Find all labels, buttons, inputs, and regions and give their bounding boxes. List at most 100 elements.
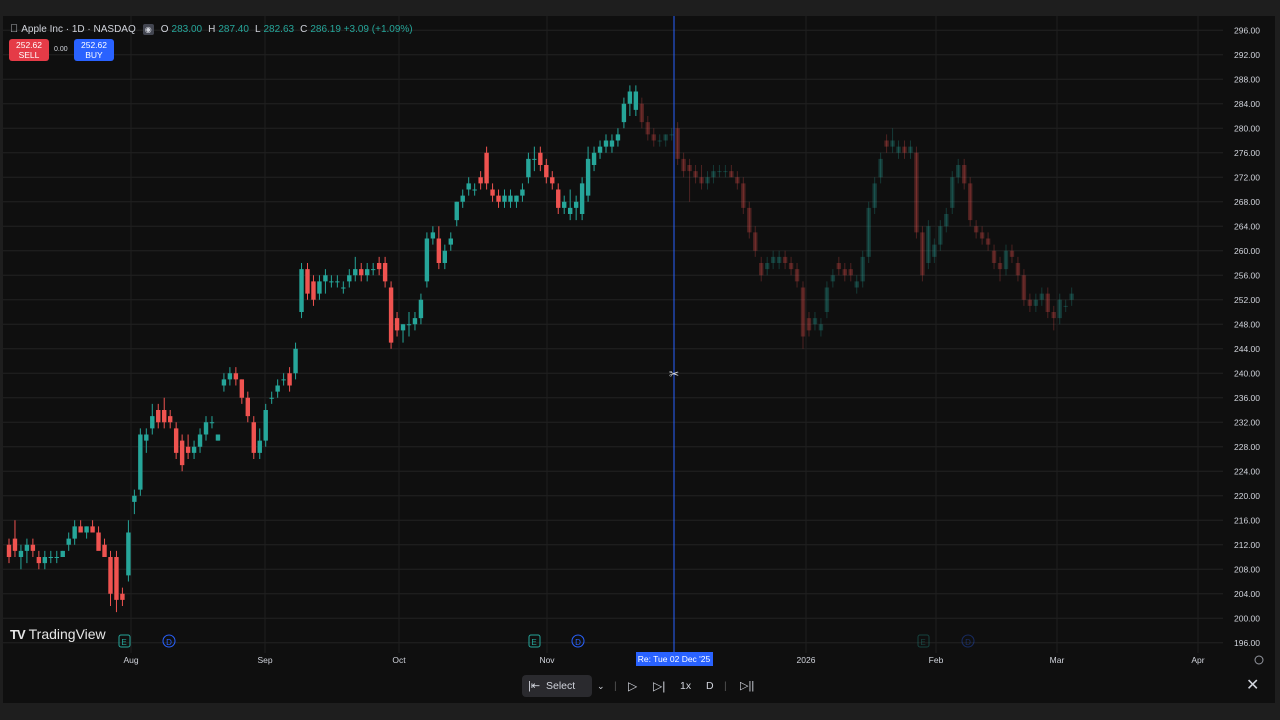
candle-body: [359, 269, 364, 276]
price-axis-label: 232.00: [1234, 417, 1260, 427]
buy-price: 252.62: [81, 40, 107, 50]
price-axis-label: 212.00: [1234, 540, 1260, 550]
time-axis-label: Oct: [392, 655, 406, 665]
event-label: E: [531, 638, 536, 647]
candle-body: [962, 165, 967, 184]
candle-body: [6, 544, 12, 557]
speed-button[interactable]: 1x: [680, 675, 691, 697]
price-axis-label: 224.00: [1234, 466, 1260, 476]
chart-pane[interactable]: ✂ 296.00 292.00 288.00 284.00 280.00 276.00 272…: [3, 16, 1275, 703]
candlestick-chart[interactable]: ✂ 296.00 292.00 288.00 284.00 280.00 276.00 272…: [3, 16, 1275, 703]
candle-body: [287, 373, 292, 386]
candle-body: [323, 275, 328, 282]
candle-body: [305, 269, 310, 294]
candle-body: [418, 299, 424, 319]
candle-body: [520, 189, 525, 196]
candle-body: [538, 152, 543, 165]
candle-body: [96, 532, 101, 551]
candle-body: [669, 134, 674, 136]
ohlc-open-value: 283.00: [163, 23, 203, 35]
candle-body: [502, 195, 507, 202]
event-label: D: [965, 638, 971, 647]
candle-body: [490, 189, 495, 196]
candle-body: [956, 165, 961, 178]
candle-body: [400, 324, 406, 331]
candle-body: [424, 238, 430, 282]
candle-body: [693, 171, 698, 178]
candle-body: [347, 275, 352, 282]
candle-body: [24, 544, 30, 551]
candle-body: [836, 263, 842, 270]
candle-body: [705, 177, 710, 184]
candle-body: [1021, 275, 1027, 300]
candle-body: [335, 281, 340, 283]
candle-body: [735, 177, 740, 184]
candle-body: [233, 373, 239, 380]
candle-body: [215, 434, 221, 441]
candle-body: [550, 177, 555, 184]
jump-to-realtime-icon[interactable]: ▷||: [740, 675, 754, 697]
candle-body: [442, 250, 448, 263]
candle-body: [902, 146, 907, 153]
candle-body: [72, 526, 77, 539]
candle-body: [138, 434, 143, 490]
price-axis-label: 260.00: [1234, 246, 1260, 256]
candle-body: [627, 91, 633, 104]
price-axis-label: 296.00: [1234, 25, 1260, 35]
candle-body: [842, 269, 847, 276]
candle-body: [579, 183, 585, 214]
candle-body: [430, 232, 436, 239]
candle-body: [687, 165, 692, 172]
candle-body: [293, 348, 298, 374]
step-forward-icon[interactable]: ▷|: [653, 675, 665, 697]
eye-icon[interactable]: ◉: [142, 23, 154, 35]
candle-body: [12, 538, 18, 551]
symbol-title[interactable]: Apple Inc · 1D · NASDAQ: [21, 24, 135, 35]
price-axis-label: 276.00: [1234, 148, 1260, 158]
candle-body: [556, 189, 561, 208]
candle-body: [878, 158, 883, 178]
candle-body: [848, 269, 853, 276]
candle-body: [144, 434, 149, 441]
candle-body: [997, 263, 1003, 270]
candle-body: [788, 263, 794, 270]
candle-body: [1045, 293, 1050, 312]
interval-button[interactable]: D: [706, 675, 714, 697]
tradingview-logo-icon: TV: [10, 626, 26, 642]
chevron-down-icon[interactable]: ⌄: [597, 675, 605, 697]
price-axis-label: 256.00: [1234, 270, 1260, 280]
candle-body: [729, 171, 734, 178]
select-bar-button[interactable]: |⇤ Select bar: [522, 675, 592, 714]
candle-body: [830, 275, 836, 282]
candle-body: [1039, 293, 1045, 300]
candle-body: [108, 557, 113, 594]
candle-body: [1057, 299, 1062, 319]
candle-body: [54, 557, 59, 558]
candle-body: [854, 281, 859, 288]
separator: |: [614, 680, 617, 692]
ohlc-low-value: 282.63: [255, 23, 295, 35]
price-axis-label: 220.00: [1234, 491, 1260, 501]
gear-icon[interactable]: [1254, 655, 1264, 665]
candle-body: [591, 152, 597, 165]
buy-button[interactable]: 252.62 BUY: [74, 39, 114, 61]
candle-body: [645, 122, 650, 135]
price-axis-label: 284.00: [1234, 99, 1260, 109]
candle-body: [365, 269, 370, 276]
candle-body: [896, 146, 901, 153]
close-icon[interactable]: ✕: [1246, 675, 1259, 697]
candle-body: [454, 201, 459, 221]
candle-body: [764, 263, 770, 270]
tradingview-logo[interactable]: TV TradingView: [10, 626, 106, 642]
candle-body: [132, 495, 137, 502]
candle-body: [48, 557, 53, 558]
play-icon[interactable]: ▷: [628, 675, 637, 697]
candle-body: [818, 324, 824, 331]
candle-body: [1063, 305, 1068, 307]
candle-body: [944, 214, 949, 227]
candle-body: [30, 544, 36, 551]
sell-button[interactable]: 252.62 SELL: [9, 39, 49, 61]
candle-body: [526, 158, 531, 178]
candle-body: [406, 324, 412, 326]
candle-body: [782, 256, 788, 263]
